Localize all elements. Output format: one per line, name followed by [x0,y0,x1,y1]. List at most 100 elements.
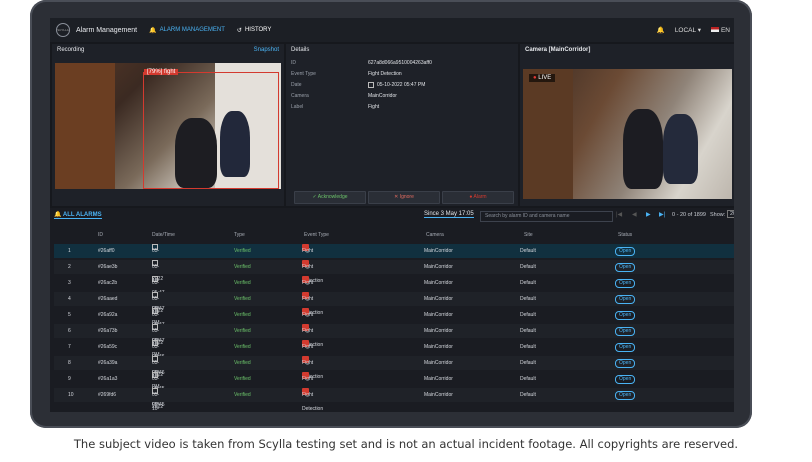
detection-box [143,72,279,189]
camera-panel: Camera [MainCorridor] ● LIVE [520,44,734,206]
snapshot-link[interactable]: Snapshot [254,44,284,56]
tab-alarm-management[interactable]: 🔔 ALARM MANAGEMENT [149,27,225,34]
row-type: Verified [234,312,251,318]
prev-page-icon[interactable]: ◀ [632,211,637,218]
detail-value: Fight Detection [368,71,402,77]
table-row[interactable]: 8#26a39a05-10-2022 05:45 PMVerifiedFight… [54,356,734,408]
live-dot-icon: ● [533,75,537,81]
detail-row: Camera MainCorridor [291,91,511,102]
row-camera: MainCorridor [424,312,453,318]
row-number: 8 [68,360,71,366]
next-page-icon[interactable]: ▶ [646,211,651,218]
recording-video[interactable]: [79%] fight [55,63,281,189]
status-badge[interactable]: Open [615,311,636,320]
table-row[interactable]: 2#26ae3b05-10-2022 05:47 PMVerifiedFight… [54,260,734,326]
notification-bell-icon[interactable]: 🔔 [657,26,665,34]
row-id: #269fd6 [98,392,117,398]
status-badge[interactable]: Open [615,263,636,272]
row-id: #26aaed [98,296,118,302]
row-camera: MainCorridor [424,328,453,334]
detail-date: 05-10-2022 05:47 PM [377,82,426,88]
row-id: #26a59c [98,344,118,350]
status-badge[interactable]: Open [615,343,636,352]
acknowledge-label: Acknowledge [317,194,348,200]
table-row[interactable]: 6#26a73b05-10-2022 05:46 PMVerifiedFight… [54,324,734,390]
table-row[interactable]: 9#26a1a305-10-2022 05:45 PMVerifiedFight… [54,372,734,410]
topbar-right: 🔔 LOCAL ▾ EN [657,18,730,42]
last-page-icon[interactable]: ▶| [659,211,665,218]
bell-icon: 🔔 [149,27,157,34]
live-label: LIVE [538,75,552,81]
person-figure [623,109,663,189]
details-panel: Details ID 627a8d066a9510004263aff0 Event… [286,44,518,206]
row-camera: MainCorridor [424,264,453,270]
recording-title: Recording [57,47,85,53]
status-badge[interactable]: Open [615,359,636,368]
acknowledge-button[interactable]: ✓ Acknowledge [294,191,366,204]
pagination-range: 0 - 20 of 1899 [672,212,706,218]
app-title: Alarm Management [76,26,138,34]
camera-title: Camera [MainCorridor] [525,47,591,53]
row-camera: MainCorridor [424,392,453,398]
col-id: ID [98,232,103,238]
row-site: Default [520,344,536,350]
table-row[interactable]: 7#26a59c05-10-2022 05:45 PMVerifiedFight… [54,340,734,406]
row-number: 3 [68,280,71,286]
row-site: Default [520,264,536,270]
detection-label: [79%] fight [144,69,179,75]
alarms-section: 🔔 ALL ALARMS Since 3 May 17:05 Search by… [50,208,734,412]
row-type: Verified [234,280,251,286]
row-site: Default [520,296,536,302]
tab-history[interactable]: ↺ HISTORY [237,27,271,34]
status-badge[interactable]: Open [615,327,636,336]
table-row[interactable]: 3#26ac2b05-10-2022 05:47 PMVerifiedFight… [54,276,734,342]
detail-key: ID [291,60,296,66]
alarm-button[interactable]: ● Alarm [442,191,514,204]
ignore-button[interactable]: ✕ Ignore [368,191,440,204]
table-row[interactable]: 1#26aff005-10-2022 05:47 PMVerifiedFight… [54,244,734,310]
location-dropdown[interactable]: LOCAL ▾ [675,26,701,34]
col-status: Status [618,232,633,238]
row-date-text: 05-10-2022 05:44 PM [152,392,160,412]
table-row[interactable]: 5#26a92a05-10-2022 05:46 PMVerifiedFight… [54,308,734,374]
row-site: Default [520,312,536,318]
status-badge[interactable]: Open [615,295,636,304]
first-page-icon[interactable]: |◀ [616,211,622,218]
col-camera: Camera [426,232,444,238]
language-label: EN [720,26,730,34]
row-number: 1 [68,248,71,254]
search-input[interactable]: Search by alarm ID and camera name [480,211,613,222]
live-badge: ● LIVE [529,74,556,82]
live-video[interactable]: ● LIVE [523,69,732,199]
status-badge[interactable]: Open [615,391,636,400]
row-camera: MainCorridor [424,344,453,350]
language-dropdown[interactable]: EN [710,26,730,34]
tab-alarm-label: ALARM MANAGEMENT [159,27,225,33]
detail-row: Date 05-10-2022 05:47 PM [291,80,511,91]
table-row[interactable]: 10 #269fd6 05-10-2022 05:44 PM Verified Figh… [54,388,734,412]
tab-all-alarms[interactable]: 🔔 ALL ALARMS [54,211,102,219]
flag-icon [710,27,719,33]
row-site: Default [520,280,536,286]
app-screen: SCYLLA Alarm Management 🔔 ALARM MANAGEME… [50,18,734,412]
row-site: Default [520,248,536,254]
table-row[interactable]: 4#26aaed05-10-2022 05:47 PMVerifiedFight… [54,292,734,358]
alarms-toolbar: 🔔 ALL ALARMS Since 3 May 17:05 Search by… [50,208,734,222]
row-number: 2 [68,264,71,270]
row-camera: MainCorridor [424,376,453,382]
bell-icon: 🔔 [54,212,63,218]
caption: The subject video is taken from Scylla t… [73,437,739,451]
status-badge[interactable]: Open [615,375,636,384]
since-filter[interactable]: Since 3 May 17:05 [424,211,474,218]
detail-key: Event Type [291,71,316,77]
logo: SCYLLA [56,23,70,37]
ignore-label: Ignore [399,194,414,200]
table-header: ID Date/Time Type Event Type Camera Site… [50,228,734,240]
detail-value: 05-10-2022 05:47 PM [368,80,425,91]
status-badge[interactable]: Open [615,247,636,256]
row-site: Default [520,328,536,334]
page-size-select[interactable]: 20 [727,210,734,218]
status-badge[interactable]: Open [615,279,636,288]
detail-value: Fight [368,104,380,110]
location-label: LOCAL [674,27,696,34]
